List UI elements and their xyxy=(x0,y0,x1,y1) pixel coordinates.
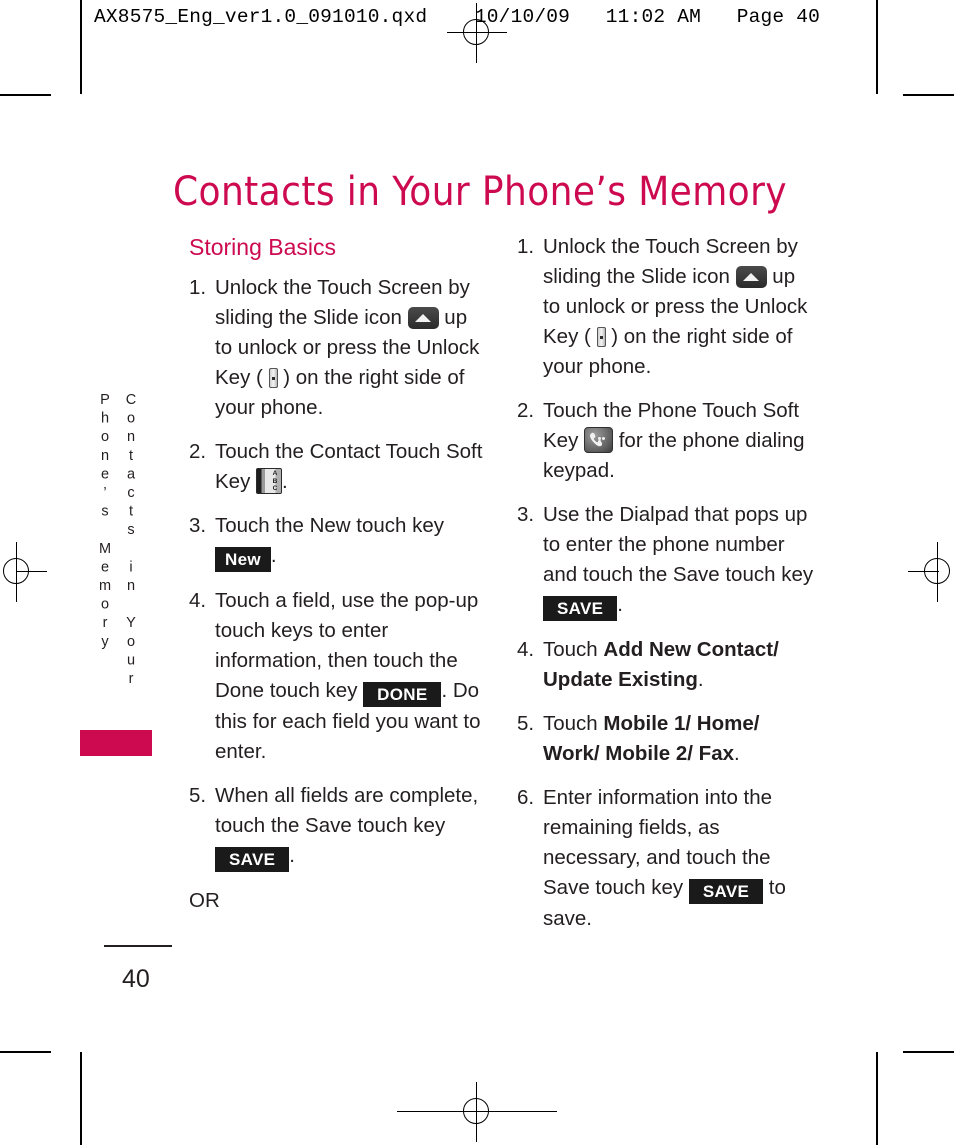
step-item: 1. Unlock the Touch Screen by sliding the… xyxy=(517,232,817,382)
registration-mark-right xyxy=(908,542,954,602)
right-column-step-list: 1. Unlock the Touch Screen by sliding the… xyxy=(517,232,817,934)
step-item: 5. When all fields are complete, touch th… xyxy=(189,781,489,872)
crop-line-top-left-vertical xyxy=(80,0,82,94)
step-number: 5. xyxy=(189,784,207,807)
crop-line-bottom-left-vertical xyxy=(80,1052,82,1145)
chapter-thumb-tab xyxy=(80,730,152,756)
phone-dots-glyph xyxy=(598,437,609,443)
step-number: 3. xyxy=(189,514,207,537)
crop-line-bottom-right-vertical xyxy=(876,1052,878,1145)
registration-mark-bottom xyxy=(397,1082,557,1142)
step-text: When all fields are complete, touch the … xyxy=(215,784,479,837)
or-separator-text: OR xyxy=(189,889,220,912)
step-item: 1. Unlock the Touch Screen by sliding the… xyxy=(189,273,489,423)
step-number: 4. xyxy=(517,638,535,661)
registration-mark-left xyxy=(0,542,47,602)
step-number: 5. xyxy=(517,712,535,735)
phone-handset-icon xyxy=(584,427,614,453)
step-item: 3. Use the Dialpad that pops up to enter … xyxy=(517,500,817,621)
contacts-abc-tabs: ABC xyxy=(272,470,278,493)
step-item: 2. Touch the Contact Touch Soft Key ABC. xyxy=(189,437,489,497)
step-item: 3. Touch the New touch key New. xyxy=(189,511,489,572)
unlock-key-icon xyxy=(268,368,278,388)
step-item: 6. Enter information into the remaining f… xyxy=(517,783,817,934)
step-item: 2. Touch the Phone Touch Soft Key for the… xyxy=(517,396,817,486)
step-number: 2. xyxy=(517,399,535,422)
left-column-step-list: 1. Unlock the Touch Screen by sliding the… xyxy=(189,273,489,872)
slide-icon xyxy=(735,266,767,288)
touch-key-new[interactable]: New xyxy=(215,547,271,572)
contacts-book-icon: ABC xyxy=(256,468,283,494)
page-title: Contacts in Your Phone’s Memory xyxy=(173,168,787,215)
step-text: Touch the New touch key xyxy=(215,514,445,537)
page-number: 40 xyxy=(122,965,150,993)
step-text: . xyxy=(289,844,295,867)
crop-line-top-left-horizontal xyxy=(0,94,51,96)
section-heading-storing-basics: Storing Basics xyxy=(189,234,337,260)
step-number: 2. xyxy=(189,440,207,463)
touch-key-save[interactable]: SAVE xyxy=(543,596,618,621)
left-column: Storing Basics 1. Unlock the Touch Screen… xyxy=(189,232,489,916)
step-text: . xyxy=(697,668,704,691)
right-column: 1. Unlock the Touch Screen by sliding the… xyxy=(517,232,817,948)
step-number: 1. xyxy=(189,276,207,299)
step-number: 3. xyxy=(517,503,535,526)
step-text: Touch xyxy=(543,638,604,661)
touch-key-save[interactable]: SAVE xyxy=(688,879,764,904)
step-item: 4. Touch a field, use the pop-up touch ke… xyxy=(189,586,489,767)
touch-key-save[interactable]: SAVE xyxy=(215,847,290,872)
step-number: 6. xyxy=(517,786,535,809)
step-text: . xyxy=(617,593,623,616)
print-slug-line: AX8575_Eng_ver1.0_091010.qxd 10/10/09 11… xyxy=(94,6,821,28)
step-text: . xyxy=(270,544,277,567)
step-number: 1. xyxy=(517,235,535,258)
step-text: . xyxy=(734,742,740,765)
step-text: Touch xyxy=(543,712,604,735)
step-number: 4. xyxy=(189,589,207,612)
slide-icon xyxy=(407,307,439,329)
crop-line-bottom-right-horizontal xyxy=(903,1051,954,1053)
step-item: 5. Touch Mobile 1/ Home/ Work/ Mobile 2/ … xyxy=(517,709,817,769)
unlock-key-icon xyxy=(596,327,606,347)
crop-line-top-right-horizontal xyxy=(903,94,954,96)
step-text: . xyxy=(282,470,288,493)
crop-line-top-right-vertical xyxy=(876,0,878,94)
vertical-running-head: Contacts in Your Phone’s Memory xyxy=(97,392,139,690)
folio-rule xyxy=(104,945,172,947)
touch-key-done[interactable]: DONE xyxy=(363,682,442,707)
step-text: Use the Dialpad that pops up to enter th… xyxy=(543,503,814,586)
crop-line-bottom-left-horizontal xyxy=(0,1051,51,1053)
step-item: 4. Touch Add New Contact/ Update Existing… xyxy=(517,635,817,695)
